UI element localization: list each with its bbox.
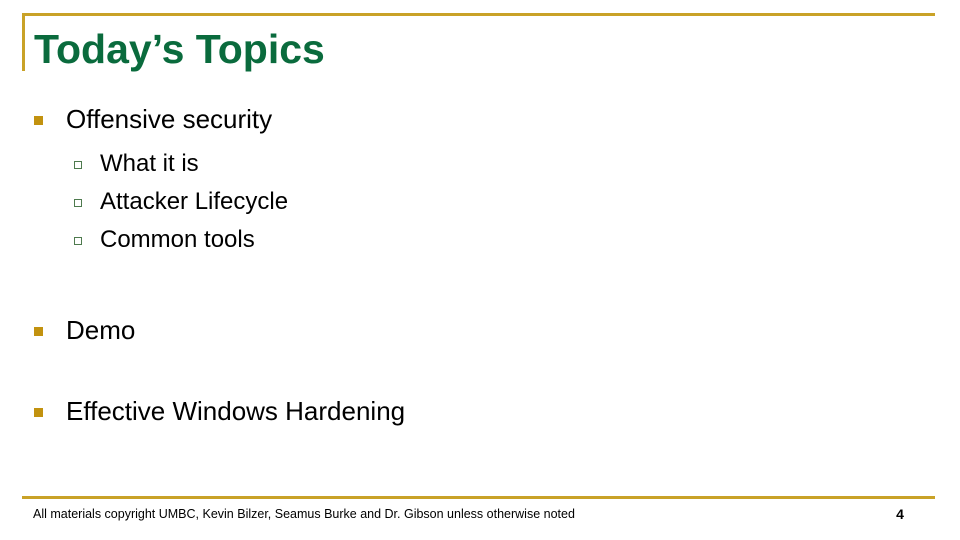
bullet-level2-label: What it is [100,150,199,178]
filled-square-bullet-icon [34,326,43,336]
title-left-rule [22,13,25,71]
page-number: 4 [896,506,904,522]
page-title: Today’s Topics [34,26,325,72]
bullet-level1-offensive-security: Offensive security [28,104,918,135]
bullet-level2-label: Common tools [100,226,255,253]
hollow-square-bullet-icon [74,199,82,208]
bullet-level2-label: Attacker Lifecycle [100,188,289,216]
sub-bullet-list: What it is Attacker Lifecycle Common too… [28,145,918,259]
bullet-level1-label: Demo [66,314,136,345]
bullet-level1-label: Effective Windows Hardening [66,396,406,427]
presentation-slide: Today’s Topics Offensive security What i… [0,0,960,540]
bullet-level2-common-tools: Common tools [72,221,918,259]
hollow-square-bullet-icon [74,161,82,170]
bullet-level1-label: Offensive security [66,104,273,134]
bullet-level2-attacker-lifecycle: Attacker Lifecycle [72,183,918,221]
filled-square-bullet-icon [34,408,43,418]
bullet-level1-demo: Demo [28,315,918,346]
footer-rule [22,496,935,499]
copyright-footer: All materials copyright UMBC, Kevin Bilz… [33,507,575,521]
bullet-level1-effective-windows-hardening: Effective Windows Hardening [28,396,918,427]
slide-body: Offensive security What it is Attacker L… [28,104,918,427]
title-top-rule [22,13,935,16]
hollow-square-bullet-icon [74,237,82,245]
filled-square-bullet-icon [34,116,43,125]
bullet-level2-what-it-is: What it is [72,145,918,183]
